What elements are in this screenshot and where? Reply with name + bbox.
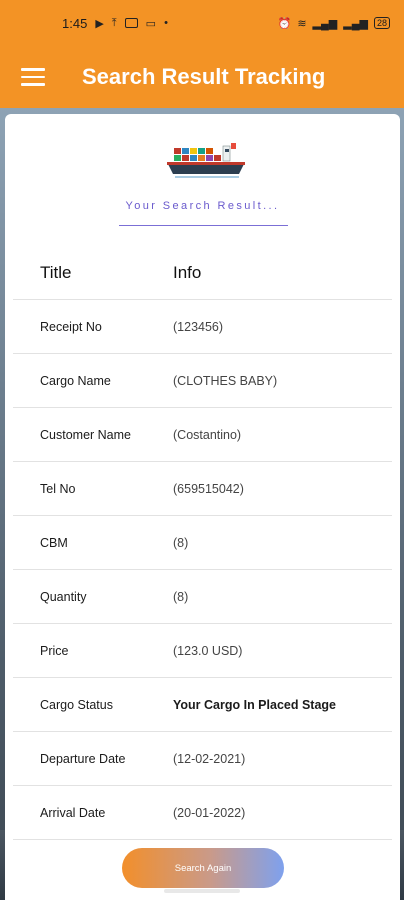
row-info: Your Cargo In Placed Stage [173, 697, 337, 712]
hamburger-menu-icon[interactable] [21, 68, 45, 86]
row-title: Price [40, 643, 69, 658]
table-row: Price (123.0 USD) [13, 624, 392, 678]
table-row: Customer Name (Costantino) [13, 408, 392, 462]
upload-icon: ⤒ [111, 16, 117, 29]
row-info: (659515042) [173, 481, 244, 496]
row-title: Customer Name [40, 427, 131, 442]
status-time: 1:45 [62, 15, 88, 31]
table-row: Departure Date (12-02-2021) [13, 732, 392, 786]
row-title: Cargo Status [40, 697, 113, 712]
gesture-nav-bar[interactable] [164, 889, 240, 893]
result-table: Title Info Receipt No (123456) Cargo Nam… [13, 246, 392, 840]
youtube-icon: ▶ [95, 17, 104, 30]
cargo-ship-icon [167, 143, 245, 178]
search-again-button[interactable]: Search Again [122, 848, 284, 888]
row-title: Tel No [40, 481, 76, 496]
alarm-icon: ⏰ [277, 17, 292, 30]
row-info: (123.0 USD) [173, 643, 243, 658]
table-row: CBM (8) [13, 516, 392, 570]
header-info: Info [173, 262, 202, 282]
table-row: Quantity (8) [13, 570, 392, 624]
row-title: Arrival Date [40, 805, 106, 820]
row-info: (8) [173, 535, 189, 550]
table-header: Title Info [13, 246, 392, 300]
status-bar: 1:45 ▶ ⤒ ▭ • ⏰ ≋ ▂▄▆ ▂▄▆ 28 [0, 0, 404, 46]
row-info: (123456) [173, 319, 224, 334]
row-title: Cargo Name [40, 373, 111, 388]
table-row: Arrival Date (20-01-2022) [13, 786, 392, 840]
header-title: Title [40, 262, 72, 282]
battery-icon: 28 [373, 17, 390, 29]
row-title: CBM [40, 535, 68, 550]
heading-underline [119, 225, 288, 226]
more-dot: • [164, 17, 168, 29]
table-row: Receipt No (123456) [13, 300, 392, 354]
page-title: Search Result Tracking [82, 64, 326, 89]
signal-icon: ▂▄▆ [312, 17, 338, 30]
app-notification-icon [124, 18, 138, 28]
row-title: Departure Date [40, 751, 126, 766]
row-info: (Costantino) [173, 427, 242, 442]
row-info: (12-02-2021) [173, 751, 246, 766]
table-row: Cargo Status Your Cargo In Placed Stage [13, 678, 392, 732]
message-icon: ▭ [145, 17, 157, 30]
row-info: (CLOTHES BABY) [173, 373, 278, 388]
row-info: (8) [173, 589, 189, 604]
table-row: Cargo Name (CLOTHES BABY) [13, 354, 392, 408]
result-heading: Your Search Result... [125, 200, 280, 212]
wifi-icon: ≋ [297, 17, 307, 30]
app-bar: Search Result Tracking [0, 46, 404, 108]
result-card: Your Search Result... Title Info Receipt… [5, 114, 400, 900]
table-row: Tel No (659515042) [13, 462, 392, 516]
row-title: Quantity [40, 589, 87, 604]
row-title: Receipt No [40, 319, 102, 334]
row-info: (20-01-2022) [173, 805, 246, 820]
signal-2-icon: ▂▄▆ [343, 17, 368, 30]
